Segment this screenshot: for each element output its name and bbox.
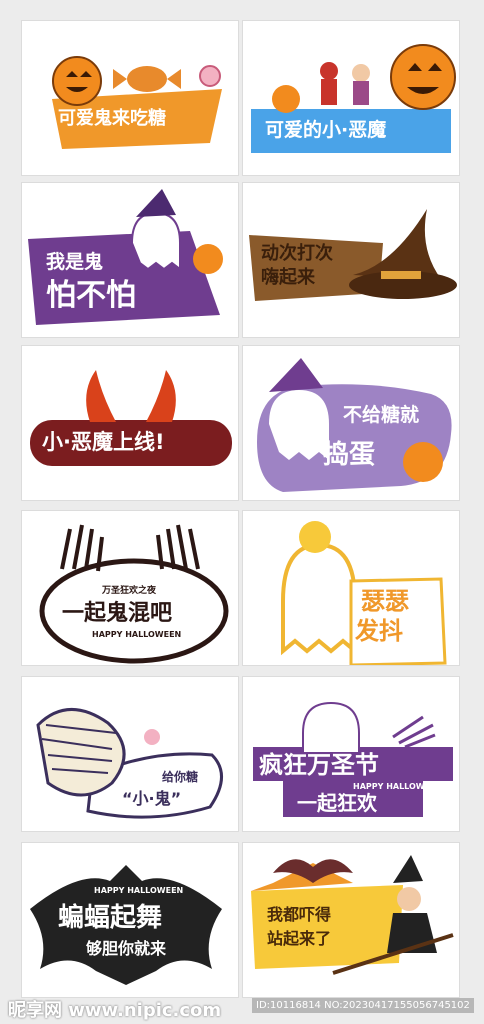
sticker-text-4-line1: 动次打次 [261, 243, 333, 264]
small-pumpkin-icon [272, 85, 300, 113]
sticker-text-7-line1: 万圣狂欢之夜 [102, 586, 157, 596]
sticker-card-scared-standing[interactable]: 我都吓得 站起来了 [242, 842, 460, 998]
sticker-text-11-line1: HAPPY HALLOWEEN [94, 886, 184, 895]
devil-horn-right-icon [146, 370, 176, 422]
sticker-card-candy-for-little-ghost[interactable]: 给你糖 “小·鬼” [21, 676, 239, 832]
sticker-text-12-line1: 我都吓得 [267, 905, 332, 924]
sticker-card-crazy-halloween[interactable]: 疯狂万圣节 HAPPY HALLOWEEN 一起狂欢 [242, 676, 460, 832]
sticker-text-5: 小·恶魔上线! [42, 430, 165, 454]
watermark-right: ID:10116814 NO:20230417155056745102 [252, 998, 474, 1013]
sticker-text-4-line2: 嗨起来 [261, 267, 315, 288]
ghost-icon [302, 701, 360, 754]
sticker-card-im-a-ghost[interactable]: 我是鬼 怕不怕 [21, 182, 239, 338]
yellow-outline-shape [281, 521, 447, 665]
sticker-text-10-line1: 疯狂万圣节 [259, 751, 379, 779]
watermark-left: 昵享网 www.nipic.com [8, 1000, 222, 1021]
sticker-card-party-together[interactable]: 万圣狂欢之夜 一起鬼混吧 HAPPY HALLOWEEN [21, 510, 239, 666]
sticker-text-3-line1: 我是鬼 [46, 251, 104, 273]
mummy-icon [36, 708, 126, 797]
sticker-card-trick-or-treat[interactable]: 不给糖就 捣蛋 [242, 345, 460, 501]
witch-hat-icon [269, 358, 323, 392]
sticker-text-8-line2: 发抖 [355, 617, 403, 645]
pumpkin-icon [193, 244, 223, 274]
sticker-text-6-line1: 不给糖就 [343, 404, 420, 426]
sticker-text-6-line2: 捣蛋 [323, 440, 376, 470]
ghost-icon [281, 542, 357, 656]
sticker-text-9-line1: 给你糖 [162, 770, 199, 784]
sticker-text-7-line3: HAPPY HALLOWEEN [92, 630, 182, 639]
witch-hat-icon [136, 189, 176, 217]
skeleton-hand-icon [392, 715, 436, 749]
sticker-text-1: 可爱鬼来吃糖 [58, 108, 166, 129]
pumpkin-icon [403, 442, 443, 482]
witch-icon [393, 855, 423, 883]
pumpkin-icon [390, 44, 456, 110]
sticker-text-3-line2: 怕不怕 [46, 278, 136, 313]
child-devil-icon [352, 64, 370, 82]
sticker-text-8-line1: 瑟瑟 [361, 587, 409, 615]
sticker-text-7-line2: 一起鬼混吧 [62, 601, 173, 626]
orange-banner-shape [52, 56, 222, 149]
sticker-card-shivering[interactable]: 瑟瑟 发抖 [242, 510, 460, 666]
sticker-card-little-devil[interactable]: 可爱的小·恶魔 [242, 20, 460, 176]
sticker-text-2: 可爱的小·恶魔 [265, 119, 387, 141]
sticker-card-little-devil-online[interactable]: 小·恶魔上线! [21, 345, 239, 501]
dark-red-banner-shape [30, 370, 232, 466]
mummy-banner-shape [36, 708, 223, 819]
sticker-text-11-line3: 够胆你就来 [86, 939, 167, 958]
ghost-icon [130, 211, 181, 271]
child-red-hood-icon [320, 62, 338, 80]
candy-icon [127, 66, 167, 92]
lollipop-icon [144, 729, 160, 745]
sticker-text-12-line2: 站起来了 [267, 929, 332, 948]
sticker-text-10-line2: HAPPY HALLOWEEN [353, 782, 443, 791]
blue-banner-shape [251, 44, 456, 153]
lollipop-icon [199, 65, 221, 87]
sticker-card-cute-ghost-candy[interactable]: 可爱鬼来吃糖 [21, 20, 239, 176]
pumpkin-icon [299, 521, 331, 553]
sticker-card-dance-party[interactable]: 动次打次 嗨起来 [242, 182, 460, 338]
sticker-text-11-line2: 蝙蝠起舞 [58, 903, 163, 933]
sticker-text-9-line2: “小·鬼” [122, 789, 182, 808]
devil-horn-left-icon [86, 370, 116, 422]
sticker-card-bat-dance[interactable]: HAPPY HALLOWEEN 蝙蝠起舞 够胆你就来 [21, 842, 239, 998]
sticker-text-10-line3: 一起狂欢 [297, 791, 377, 815]
page: { "colors": { "background": "#ececec", "… [0, 0, 484, 1024]
pumpkin-icon [52, 56, 102, 106]
